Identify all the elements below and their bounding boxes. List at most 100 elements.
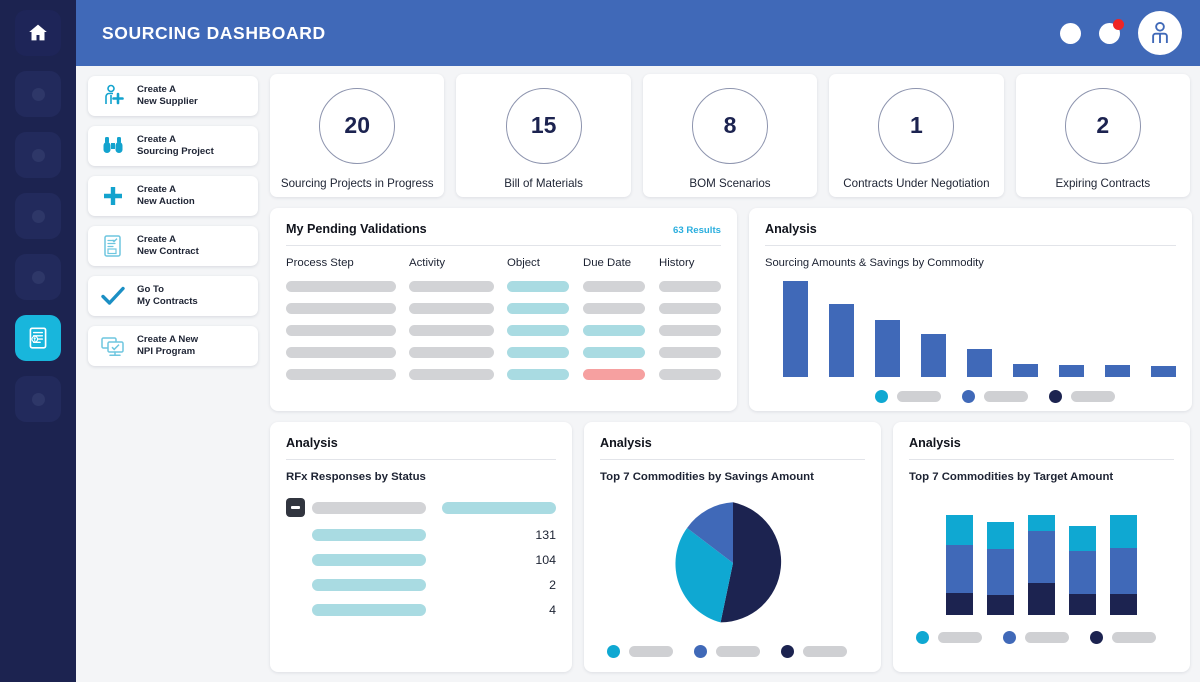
legend-dot-cyan[interactable]: [875, 390, 888, 403]
cell-object: [507, 369, 569, 380]
kpi-card-contracts-under-negotiation[interactable]: 1 Contracts Under Negotiation: [829, 74, 1003, 197]
checkmark-icon: [98, 281, 128, 311]
rfx-row[interactable]: 2: [286, 578, 556, 592]
panel-header: Analysis: [286, 436, 556, 450]
panel-title: Analysis: [909, 436, 961, 450]
divider: [909, 459, 1174, 460]
legend-dot-cyan[interactable]: [916, 631, 929, 644]
segment-middle: [946, 545, 973, 593]
bottom-row: Analysis RFx Responses by Status 131: [270, 422, 1190, 672]
chart-title: RFx Responses by Status: [286, 471, 556, 483]
table-row[interactable]: [286, 325, 721, 336]
notification-bell-icon[interactable]: [1099, 23, 1120, 44]
sidebar-item-placeholder-5[interactable]: [15, 376, 61, 422]
cell-process-step: [286, 369, 396, 380]
legend-dot-blue[interactable]: [962, 390, 975, 403]
results-link[interactable]: 63 Results: [673, 225, 721, 236]
legend-dot-blue[interactable]: [1003, 631, 1016, 644]
kpi-card-sourcing-projects[interactable]: 20 Sourcing Projects in Progress: [270, 74, 444, 197]
kpi-card-bom-scenarios[interactable]: 8 BOM Scenarios: [643, 74, 817, 197]
bar: [921, 334, 946, 377]
sidebar-item-placeholder-1[interactable]: [15, 71, 61, 117]
cell-object: [507, 303, 569, 314]
rfx-bar: [312, 554, 426, 566]
kpi-card-expiring-contracts[interactable]: 2 Expiring Contracts: [1016, 74, 1190, 197]
quick-action-create-sourcing-project[interactable]: Create ASourcing Project: [88, 126, 258, 166]
table-row[interactable]: [286, 347, 721, 358]
rfx-total-label-placeholder: [312, 502, 426, 514]
cell-activity: [409, 325, 494, 336]
panel-title: My Pending Validations: [286, 222, 427, 236]
legend-label-placeholder: [897, 391, 941, 402]
cell-activity: [409, 369, 494, 380]
divider: [600, 459, 865, 460]
content-column: 20 Sourcing Projects in Progress 15 Bill…: [270, 74, 1190, 672]
app-header: SOURCING DASHBOARD: [76, 0, 1200, 66]
legend-dot-blue[interactable]: [694, 645, 707, 658]
legend-dot-navy[interactable]: [781, 645, 794, 658]
cell-activity: [409, 281, 494, 292]
legend-dot-navy[interactable]: [1049, 390, 1062, 403]
quick-action-create-new-contract[interactable]: Create ANew Contract: [88, 226, 258, 266]
plus-icon: [98, 181, 128, 211]
rfx-row[interactable]: 104: [286, 553, 556, 567]
rfx-row[interactable]: 4: [286, 603, 556, 617]
commodity-bar-chart: [765, 281, 1176, 377]
table-header-row: Process Step Activity Object Due Date Hi…: [286, 257, 721, 269]
chart-legend: [765, 390, 1176, 403]
cell-activity: [409, 347, 494, 358]
stacked-bar[interactable]: [987, 522, 1014, 615]
chart-legend: [909, 631, 1174, 644]
cell-object: [507, 347, 569, 358]
kpi-card-bill-of-materials[interactable]: 15 Bill of Materials: [456, 74, 630, 197]
rfx-value: 131: [442, 528, 556, 542]
stacked-bar[interactable]: [1069, 526, 1096, 615]
quick-action-go-to-my-contracts[interactable]: Go ToMy Contracts: [88, 276, 258, 316]
segment-bottom: [946, 593, 973, 615]
dot-icon: [32, 393, 45, 406]
kpi-label: Sourcing Projects in Progress: [281, 177, 434, 190]
panel-header: Analysis: [765, 222, 1176, 236]
kpi-label: BOM Scenarios: [689, 177, 770, 190]
panel-title: Analysis: [765, 222, 817, 236]
header-actions: [1060, 11, 1200, 55]
legend-label-placeholder: [1112, 632, 1156, 643]
rfx-row[interactable]: 131: [286, 528, 556, 542]
circle-icon[interactable]: [1060, 23, 1081, 44]
quick-action-create-new-supplier[interactable]: Create ANew Supplier: [88, 76, 258, 116]
divider: [765, 245, 1176, 246]
legend-dot-cyan[interactable]: [607, 645, 620, 658]
kpi-label: Bill of Materials: [504, 177, 583, 190]
panel-analysis-rfx: Analysis RFx Responses by Status 131: [270, 422, 572, 672]
stacked-bar[interactable]: [1110, 515, 1137, 615]
stacked-bar[interactable]: [1028, 515, 1055, 615]
quick-action-create-new-auction[interactable]: Create ANew Auction: [88, 176, 258, 216]
rfx-value: 2: [442, 578, 556, 592]
avatar[interactable]: [1138, 11, 1182, 55]
table-row[interactable]: [286, 303, 721, 314]
sidebar-item-sourcing[interactable]: [15, 315, 61, 361]
quick-action-label: Create A NewNPI Program: [137, 334, 198, 359]
collapse-toggle-button[interactable]: [286, 498, 305, 517]
divider: [286, 459, 556, 460]
legend-label-placeholder: [984, 391, 1028, 402]
column-header-due-date: Due Date: [583, 257, 645, 269]
cell-history: [659, 281, 721, 292]
dot-icon: [32, 149, 45, 162]
stacked-bar[interactable]: [946, 515, 973, 615]
sidebar-item-placeholder-3[interactable]: [15, 193, 61, 239]
legend-dot-navy[interactable]: [1090, 631, 1103, 644]
panel-header: Analysis: [909, 436, 1174, 450]
page-title: SOURCING DASHBOARD: [102, 23, 326, 44]
sidebar-item-placeholder-2[interactable]: [15, 132, 61, 178]
sidebar-item-home[interactable]: [15, 10, 61, 56]
quick-action-create-npi-program[interactable]: Create A NewNPI Program: [88, 326, 258, 366]
table-row[interactable]: [286, 369, 721, 380]
column-header-activity: Activity: [409, 257, 494, 269]
minus-icon: [291, 506, 300, 509]
cell-object: [507, 281, 569, 292]
table-row[interactable]: [286, 281, 721, 292]
segment-middle: [987, 549, 1014, 595]
sidebar-item-placeholder-4[interactable]: [15, 254, 61, 300]
chart-title: Top 7 Commodities by Target Amount: [909, 471, 1174, 483]
